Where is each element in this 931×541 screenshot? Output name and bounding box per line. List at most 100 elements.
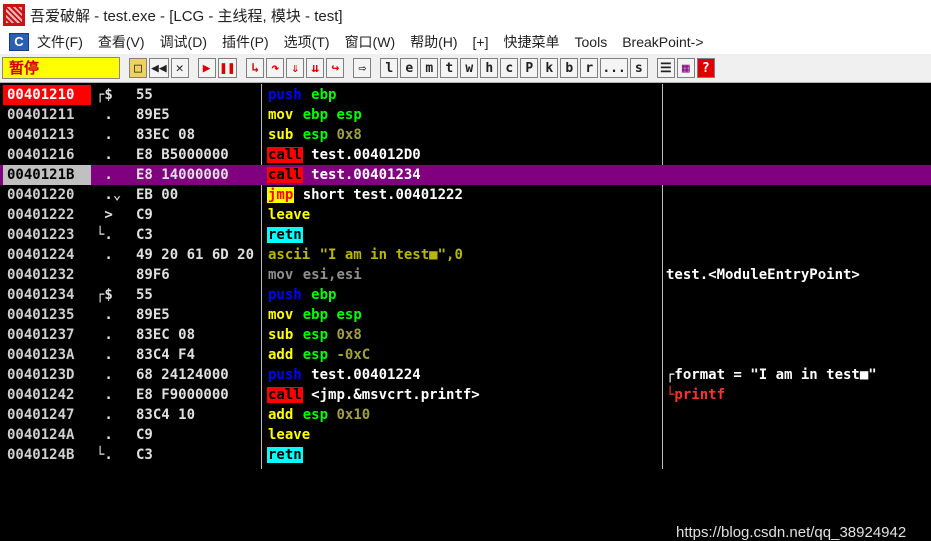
disasm-hex-bytes[interactable]: C9 bbox=[136, 425, 258, 445]
disasm-instruction[interactable]: sub esp,0x8 bbox=[267, 125, 659, 145]
breakpoints-window-button[interactable]: b bbox=[560, 58, 579, 78]
menu-tools[interactable]: Tools bbox=[575, 34, 608, 50]
disasm-hex-bytes[interactable]: C9 bbox=[136, 205, 258, 225]
disasm-hex-bytes[interactable]: C3 bbox=[136, 445, 258, 465]
disasm-row[interactable]: 00401237 . 83EC 08 sub esp,0x8 bbox=[0, 325, 931, 345]
disasm-row[interactable]: 00401234 ┌$ 55 push ebp bbox=[0, 285, 931, 305]
disasm-address[interactable]: 00401237 bbox=[3, 325, 91, 345]
menu-help[interactable]: 帮助(H) bbox=[410, 32, 457, 52]
disasm-instruction[interactable]: push ebp bbox=[267, 285, 659, 305]
disasm-hex-bytes[interactable]: 89E5 bbox=[136, 105, 258, 125]
disasm-instruction[interactable]: retn bbox=[267, 445, 659, 465]
disasm-instruction[interactable]: mov ebp,esp bbox=[267, 305, 659, 325]
modules-window-button[interactable]: e bbox=[400, 58, 419, 78]
patches-window-button[interactable]: P bbox=[520, 58, 539, 78]
disasm-instruction[interactable]: push test.00401224 bbox=[267, 365, 659, 385]
grid-icon[interactable]: ▦ bbox=[676, 58, 695, 78]
disasm-address[interactable]: 00401213 bbox=[3, 125, 91, 145]
disasm-address[interactable]: 0040124A bbox=[3, 425, 91, 445]
disasm-hex-bytes[interactable]: 83EC 08 bbox=[136, 325, 258, 345]
disasm-hex-bytes[interactable]: 55 bbox=[136, 285, 258, 305]
disasm-comment[interactable]: test.<ModuleEntryPoint> bbox=[666, 265, 931, 285]
disasm-hex-bytes[interactable]: E8 14000000 bbox=[136, 165, 258, 185]
disasm-row[interactable]: 00401247 . 83C4 10 add esp,0x10 bbox=[0, 405, 931, 425]
disasm-row[interactable]: 0040124A . C9 leave bbox=[0, 425, 931, 445]
disasm-address[interactable]: 00401247 bbox=[3, 405, 91, 425]
disasm-comment[interactable]: ┌format = "I am in test■" bbox=[666, 365, 931, 385]
trace-into-icon[interactable]: ⇓ bbox=[286, 58, 305, 78]
cpu-window-icon[interactable]: C bbox=[9, 33, 29, 51]
disasm-hex-bytes[interactable]: C3 bbox=[136, 225, 258, 245]
disasm-address[interactable]: 00401224 bbox=[3, 245, 91, 265]
disasm-hex-bytes[interactable]: 83C4 10 bbox=[136, 405, 258, 425]
source-window-button[interactable]: s bbox=[629, 58, 648, 78]
title-bar[interactable]: 吾爱破解 - test.exe - [LCG - 主线程, 模块 - test] bbox=[0, 0, 931, 30]
disasm-instruction[interactable]: sub esp,0x8 bbox=[267, 325, 659, 345]
cpu-window-button[interactable]: c bbox=[500, 58, 519, 78]
menu-plus[interactable]: [+] bbox=[473, 34, 489, 50]
menu-shortcuts[interactable]: 快捷菜单 bbox=[504, 32, 560, 52]
help-icon[interactable]: ? bbox=[696, 58, 715, 78]
step-into-icon[interactable]: ↳ bbox=[246, 58, 265, 78]
list-icon[interactable]: ☰ bbox=[656, 58, 675, 78]
disasm-row[interactable]: 00401235 . 89E5 mov ebp,esp bbox=[0, 305, 931, 325]
disasm-instruction[interactable]: jmp short test.00401222 bbox=[267, 185, 659, 205]
menu-debug[interactable]: 调试(D) bbox=[160, 32, 207, 52]
open-icon[interactable]: □ bbox=[129, 58, 147, 78]
disasm-address[interactable]: 00401220 bbox=[3, 185, 91, 205]
menu-view[interactable]: 查看(V) bbox=[98, 32, 145, 52]
disasm-instruction[interactable]: ascii "I am in test■",0 bbox=[267, 245, 659, 265]
menu-plugins[interactable]: 插件(P) bbox=[222, 32, 269, 52]
disasm-comment[interactable]: └printf bbox=[666, 385, 931, 405]
run-icon[interactable]: ▶ bbox=[197, 58, 216, 78]
handles-window-button[interactable]: h bbox=[480, 58, 499, 78]
execute-till-return-icon[interactable]: ↪ bbox=[326, 58, 345, 78]
windows-window-button[interactable]: w bbox=[460, 58, 479, 78]
disasm-address[interactable]: 00401211 bbox=[3, 105, 91, 125]
disasm-instruction[interactable]: call <jmp.&msvcrt.printf> bbox=[267, 385, 659, 405]
disasm-address[interactable]: 0040124B bbox=[3, 445, 91, 465]
disasm-address[interactable]: 00401223 bbox=[3, 225, 91, 245]
disasm-row[interactable]: 00401211 . 89E5 mov ebp,esp bbox=[0, 105, 931, 125]
disasm-address[interactable]: 00401222 bbox=[3, 205, 91, 225]
disasm-instruction[interactable]: retn bbox=[267, 225, 659, 245]
close-icon[interactable]: ✕ bbox=[170, 58, 189, 78]
disasm-address[interactable]: 00401235 bbox=[3, 305, 91, 325]
disasm-row[interactable]: 00401210 ┌$ 55 push ebp bbox=[0, 85, 931, 105]
disasm-row[interactable]: 00401220 .⌄ EB 00 jmp short test.00401222 bbox=[0, 185, 931, 205]
disasm-instruction[interactable]: call test.00401234 bbox=[267, 165, 659, 185]
disasm-row[interactable]: 00401242 . E8 F9000000 call <jmp.&msvcrt.p… bbox=[0, 385, 931, 405]
disasm-instruction[interactable]: add esp,-0xC bbox=[267, 345, 659, 365]
call-stack-window-button[interactable]: k bbox=[540, 58, 559, 78]
disasm-address[interactable]: 0040123A bbox=[3, 345, 91, 365]
disasm-address[interactable]: 00401232 bbox=[3, 265, 91, 285]
disasm-hex-bytes[interactable]: 83C4 F4 bbox=[136, 345, 258, 365]
disasm-hex-bytes[interactable]: 68 24124000 bbox=[136, 365, 258, 385]
menu-window[interactable]: 窗口(W) bbox=[345, 32, 396, 52]
menu-file[interactable]: 文件(F) bbox=[37, 32, 83, 52]
disasm-hex-bytes[interactable]: E8 F9000000 bbox=[136, 385, 258, 405]
log-window-button[interactable]: l bbox=[380, 58, 399, 78]
disasm-row[interactable]: 0040121B . E8 14000000 call test.00401234 bbox=[0, 165, 931, 185]
disasm-instruction[interactable]: mov ebp,esp bbox=[267, 105, 659, 125]
disasm-address[interactable]: 0040123D bbox=[3, 365, 91, 385]
disasm-hex-bytes[interactable]: 55 bbox=[136, 85, 258, 105]
disasm-instruction[interactable]: leave bbox=[267, 425, 659, 445]
go-to-icon[interactable]: ⇨ bbox=[353, 58, 372, 78]
disasm-row[interactable]: 00401216 . E8 B5000000 call test.004012D0 bbox=[0, 145, 931, 165]
disasm-instruction[interactable]: push ebp bbox=[267, 85, 659, 105]
disasm-row[interactable]: 00401232 89F6 mov esi,esi test.<ModuleEntry… bbox=[0, 265, 931, 285]
disassembly-pane[interactable]: 00401210 ┌$ 55 push ebp 00401211 . 89E5 mov eb… bbox=[0, 84, 931, 541]
trace-over-icon[interactable]: ⇊ bbox=[306, 58, 325, 78]
disasm-row[interactable]: 00401222 > C9 leave bbox=[0, 205, 931, 225]
disasm-address[interactable]: 00401210 bbox=[3, 85, 91, 105]
step-over-icon[interactable]: ↷ bbox=[266, 58, 285, 78]
disasm-address[interactable]: 0040121B bbox=[3, 165, 91, 185]
disasm-address[interactable]: 00401242 bbox=[3, 385, 91, 405]
menu-options[interactable]: 选项(T) bbox=[284, 32, 330, 52]
pause-icon[interactable]: ❚❚ bbox=[217, 58, 238, 78]
disasm-address[interactable]: 00401234 bbox=[3, 285, 91, 305]
disasm-instruction[interactable]: add esp,0x10 bbox=[267, 405, 659, 425]
disasm-instruction[interactable]: call test.004012D0 bbox=[267, 145, 659, 165]
disasm-row[interactable]: 00401223 └. C3 retn bbox=[0, 225, 931, 245]
